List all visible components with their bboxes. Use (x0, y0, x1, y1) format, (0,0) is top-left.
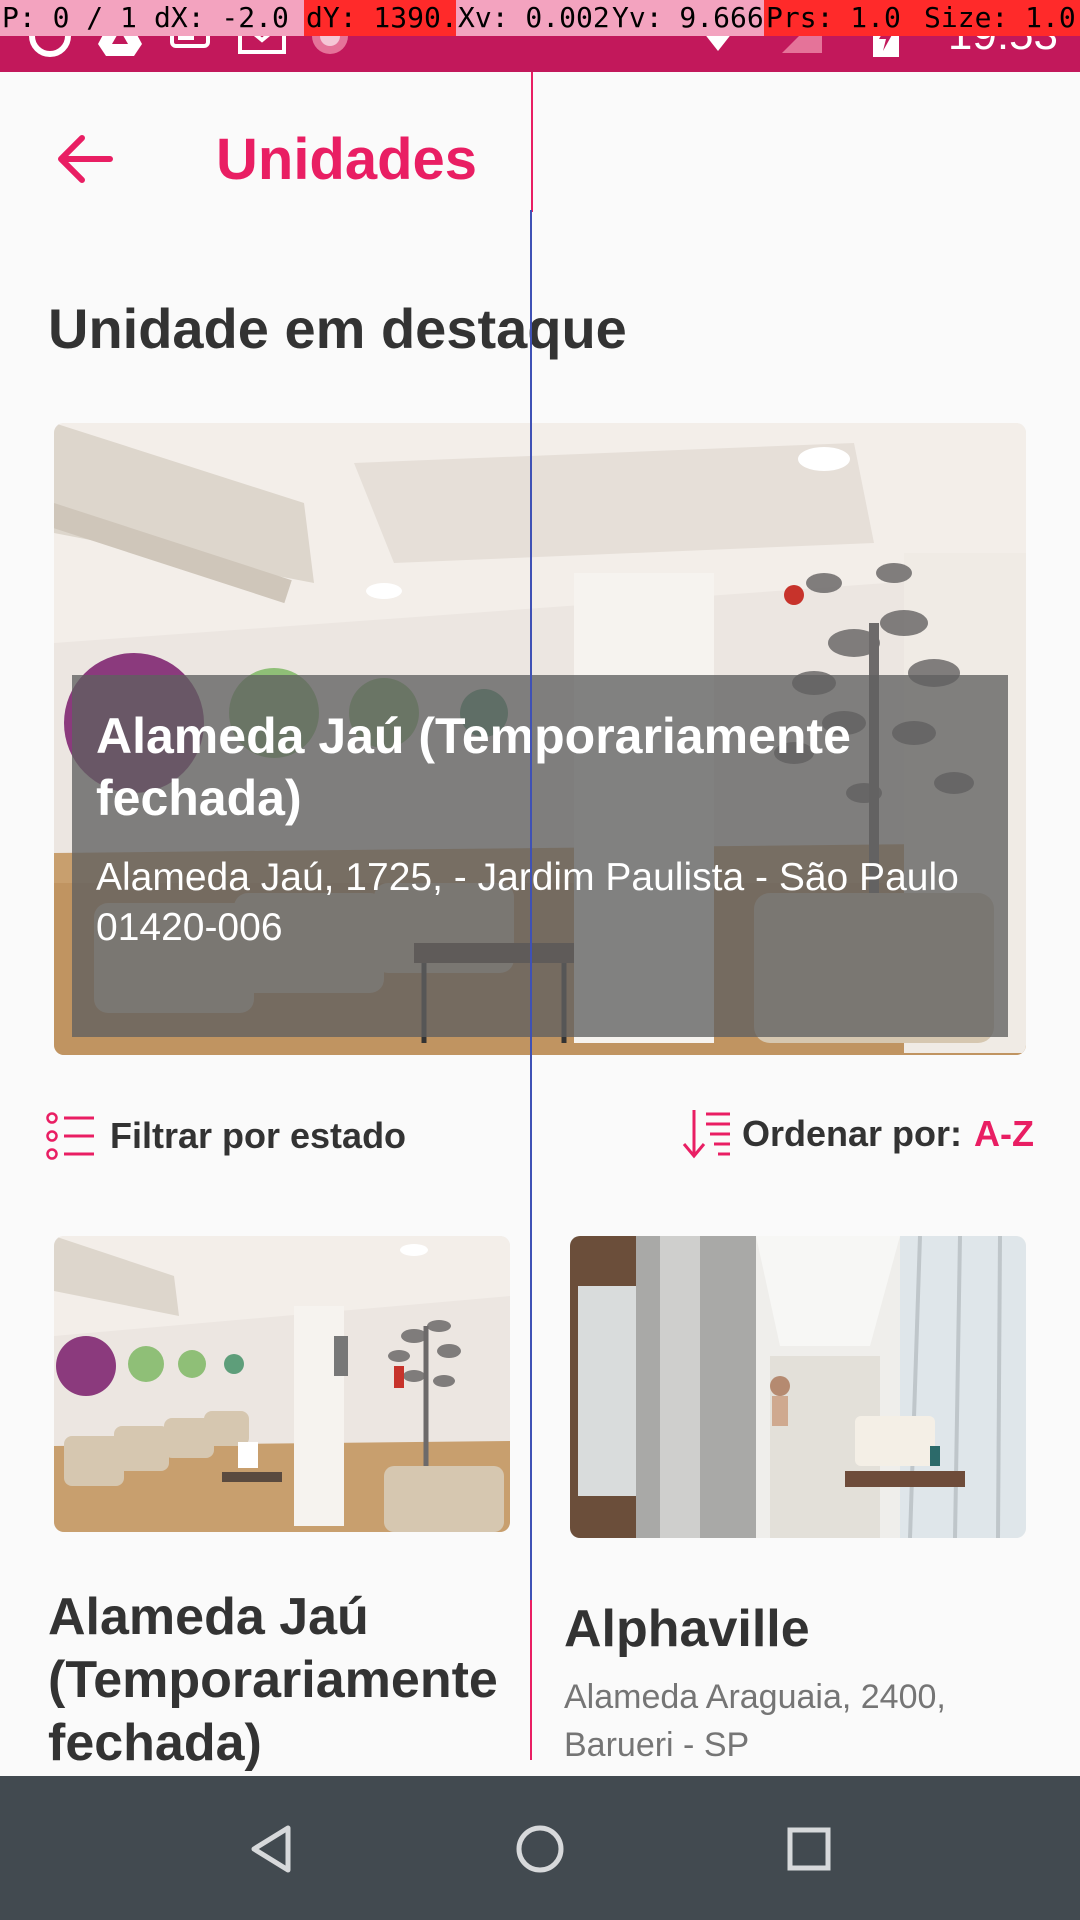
unit-photo-alphaville (570, 1236, 1026, 1538)
sort-by-button[interactable]: Ordenar por: A-Z (682, 1106, 1034, 1162)
overlay-pointer-count: P: 0 / 1 (0, 0, 152, 36)
sort-by-value: A-Z (974, 1113, 1034, 1154)
page-title: Unidades (216, 127, 478, 192)
pointer-trace-line (530, 1600, 532, 1760)
app-bar: Unidades (0, 72, 1080, 242)
home-circle-icon (516, 1825, 564, 1873)
filter-list-icon (46, 1112, 94, 1160)
filter-by-state-button[interactable]: Filtrar por estado (46, 1108, 406, 1164)
featured-section-title: Unidade em destaque (48, 297, 627, 360)
arrow-left-icon (58, 135, 113, 183)
nav-back-button[interactable] (236, 1814, 306, 1884)
back-triangle-icon (251, 1825, 291, 1873)
unit-name-alameda-jau: Alameda Jaú (Temporariamente fechada) (48, 1588, 498, 1772)
featured-unit-address: Alameda Jaú, 1725, - Jardim Paulista - S… (96, 853, 984, 953)
featured-unit-name: Alameda Jaú (Temporariamente fechada) (96, 708, 851, 826)
sort-by-label: Ordenar por: (741, 1113, 963, 1154)
unit-name-alphaville: Alphaville (564, 1600, 810, 1658)
featured-unit-caption: Alameda Jaú (Temporariamente fechada) Al… (72, 675, 1008, 1037)
overlay-pressure: Prs: 1.0 (764, 0, 922, 36)
unit-photo-alameda-jau (54, 1236, 510, 1532)
overlay-dy: dY: 1390.0 (304, 0, 456, 36)
overlay-xv: Xv: 0.002 (456, 0, 610, 36)
filter-by-state-label: Filtrar por estado (110, 1115, 407, 1156)
unit-card-alameda-jau[interactable]: Alameda Jaú (Temporariamente fechada) (48, 1236, 510, 1775)
system-nav-bar (0, 1776, 1080, 1920)
featured-unit-card[interactable]: Alameda Jaú (Temporariamente fechada) Al… (54, 423, 1026, 1055)
recents-square-icon (787, 1827, 831, 1871)
pointer-trace-line (531, 72, 533, 212)
nav-recents-button[interactable] (774, 1814, 844, 1884)
featured-unit-zip: 01420-006 (96, 906, 283, 949)
overlay-size: Size: 1.0 (922, 0, 1080, 36)
pointer-trace-line (530, 210, 532, 1600)
sort-descending-icon (682, 1110, 730, 1159)
back-button[interactable] (50, 124, 120, 194)
overlay-dx: dX: -2.0 (152, 0, 304, 36)
nav-home-button[interactable] (505, 1814, 575, 1884)
featured-unit-street: Alameda Jaú, 1725, - Jardim Paulista - S… (96, 856, 959, 899)
overlay-yv: Yv: 9.666 (610, 0, 764, 36)
unit-card-alphaville[interactable]: Alphaville Alameda Araguaia, 2400, Barue… (564, 1236, 1026, 1769)
pointer-overlay: P: 0 / 1 dX: -2.0 dY: 1390.0 Xv: 0.002 Y… (0, 0, 1080, 36)
unit-address-alphaville: Alameda Araguaia, 2400, Barueri - SP (564, 1678, 946, 1764)
